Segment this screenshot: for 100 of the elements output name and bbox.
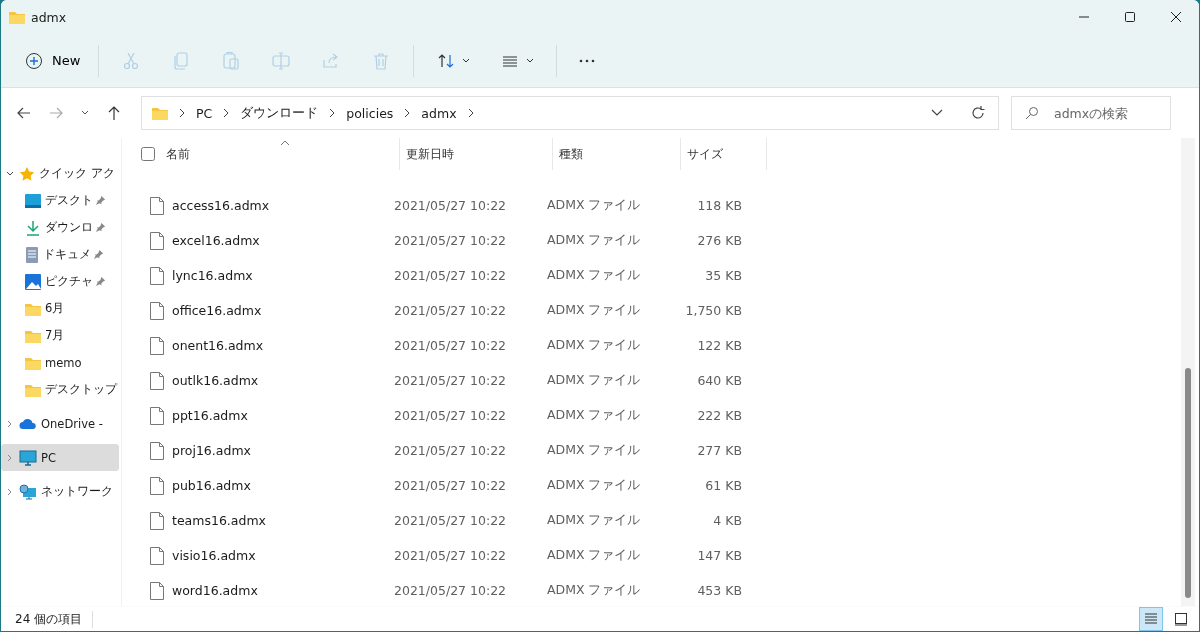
forward-arrow-icon	[48, 105, 64, 121]
tile-icon	[1174, 612, 1188, 626]
folder-icon	[9, 10, 25, 24]
date-cell-text: 2021/05/27 10:22	[393, 513, 508, 528]
nav-item[interactable]: デスクト	[1, 187, 119, 214]
network-icon	[19, 483, 37, 500]
cloud-icon	[19, 417, 37, 430]
search-field[interactable]: admxの検索	[1011, 96, 1171, 130]
file-icon	[150, 581, 164, 600]
download-icon	[25, 219, 41, 236]
size-cell-text: 4 KB	[712, 513, 743, 528]
date-cell-text: 2021/05/27 10:22	[393, 268, 508, 283]
details-view-button[interactable]	[1139, 607, 1163, 631]
new-button[interactable]: New	[15, 43, 91, 78]
column-header[interactable]: 更新日時	[400, 138, 553, 170]
file-icon	[150, 371, 164, 390]
breadcrumb[interactable]: ダウンロード	[240, 104, 319, 122]
chevron-icon	[466, 108, 475, 118]
file-name[interactable]: excel16.admx	[172, 233, 260, 248]
file-icon	[150, 231, 164, 250]
paste-icon	[221, 50, 242, 71]
nav-item[interactable]: ネットワーク	[1, 478, 119, 505]
folder-icon	[25, 328, 41, 343]
type-cell-text: ADMX ファイル	[546, 582, 642, 599]
file-name[interactable]: access16.admx	[172, 198, 270, 213]
breadcrumb[interactable]: policies	[346, 105, 394, 121]
type-cell-text: ADMX ファイル	[546, 337, 642, 354]
nav-item[interactable]: 7月	[1, 322, 119, 349]
address-bar[interactable]: PC ダウンロード policies admx	[141, 96, 999, 130]
pin-icon	[93, 249, 104, 260]
size-cell-text: 147 KB	[696, 548, 743, 563]
nav-item[interactable]: ピクチャ	[1, 268, 119, 295]
nav-item[interactable]: クイック アク	[1, 160, 119, 187]
file-name[interactable]: word16.admx	[172, 583, 258, 598]
folder-icon	[25, 355, 41, 370]
date-cell-text: 2021/05/27 10:22	[393, 338, 508, 353]
date-cell-text: 2021/05/27 10:22	[393, 233, 508, 248]
file-name[interactable]: proj16.admx	[172, 443, 251, 458]
pin-icon	[95, 195, 106, 206]
size-cell-text: 640 KB	[696, 373, 743, 388]
size-cell-text: 35 KB	[704, 268, 743, 283]
size-cell-text: 1,750 KB	[684, 303, 743, 318]
size-cell-text: 61 KB	[704, 478, 743, 493]
scrollbar[interactable]	[1181, 138, 1195, 606]
size-cell-text: 122 KB	[696, 338, 743, 353]
folder-icon	[25, 382, 41, 397]
more-icon	[579, 58, 596, 63]
file-name[interactable]: teams16.admx	[172, 513, 266, 528]
chevron-icon	[403, 108, 412, 118]
chevron-down-icon	[80, 109, 90, 117]
date-cell-text: 2021/05/27 10:22	[393, 548, 508, 563]
close-icon	[1170, 11, 1182, 23]
folder-icon	[152, 106, 168, 120]
caret-icon	[526, 57, 535, 64]
column-header[interactable]: 名前	[160, 138, 400, 170]
date-cell-text: 2021/05/27 10:22	[393, 373, 508, 388]
file-icon	[150, 476, 164, 495]
select-all-checkbox[interactable]	[141, 147, 155, 161]
file-name[interactable]: pub16.admx	[172, 478, 251, 493]
type-cell-text: ADMX ファイル	[546, 267, 642, 284]
type-cell-text: ADMX ファイル	[546, 232, 642, 249]
type-cell-text: ADMX ファイル	[546, 407, 642, 424]
nav-item[interactable]: ドキュメ	[1, 241, 119, 268]
date-cell-text: 2021/05/27 10:22	[393, 198, 508, 213]
nav-item[interactable]: ダウンロ	[1, 214, 119, 241]
up-arrow-icon	[106, 105, 122, 121]
monitor-icon	[19, 449, 37, 466]
size-cell-text: 276 KB	[696, 233, 743, 248]
chevron-icon	[178, 108, 186, 118]
file-icon	[150, 546, 164, 565]
back-arrow-icon	[16, 105, 32, 121]
file-name[interactable]: ppt16.admx	[172, 408, 248, 423]
file-icon	[150, 336, 164, 355]
file-name[interactable]: office16.admx	[172, 303, 262, 318]
file-icon	[150, 406, 164, 425]
date-cell-text: 2021/05/27 10:22	[393, 443, 508, 458]
date-cell-text: 2021/05/27 10:22	[393, 478, 508, 493]
breadcrumb[interactable]: admx	[421, 105, 457, 121]
nav-item[interactable]: デスクトップ	[1, 376, 119, 403]
nav-item[interactable]: 6月	[1, 295, 119, 322]
maximize-icon	[1124, 11, 1136, 23]
file-name[interactable]: onent16.admx	[172, 338, 264, 353]
nav-item[interactable]: memo	[1, 349, 119, 376]
chevron-icon	[222, 108, 231, 118]
document-icon	[25, 246, 39, 263]
type-cell-text: ADMX ファイル	[546, 302, 642, 319]
date-cell-text: 2021/05/27 10:22	[393, 303, 508, 318]
column-header[interactable]: 種類	[553, 138, 681, 170]
image-icon	[25, 273, 41, 290]
breadcrumb[interactable]: PC	[196, 105, 213, 121]
refresh-icon[interactable]	[970, 105, 986, 121]
file-name[interactable]: outlk16.admx	[172, 373, 259, 388]
file-name[interactable]: visio16.admx	[172, 548, 256, 563]
chevron-icon	[328, 108, 337, 118]
nav-item[interactable]: PC	[1, 444, 119, 471]
nav-item[interactable]: OneDrive -	[1, 410, 119, 437]
file-name[interactable]: lync16.admx	[172, 268, 253, 283]
dropdown-icon[interactable]	[930, 108, 944, 118]
column-header[interactable]: サイズ	[681, 138, 767, 170]
star-icon	[19, 165, 35, 182]
